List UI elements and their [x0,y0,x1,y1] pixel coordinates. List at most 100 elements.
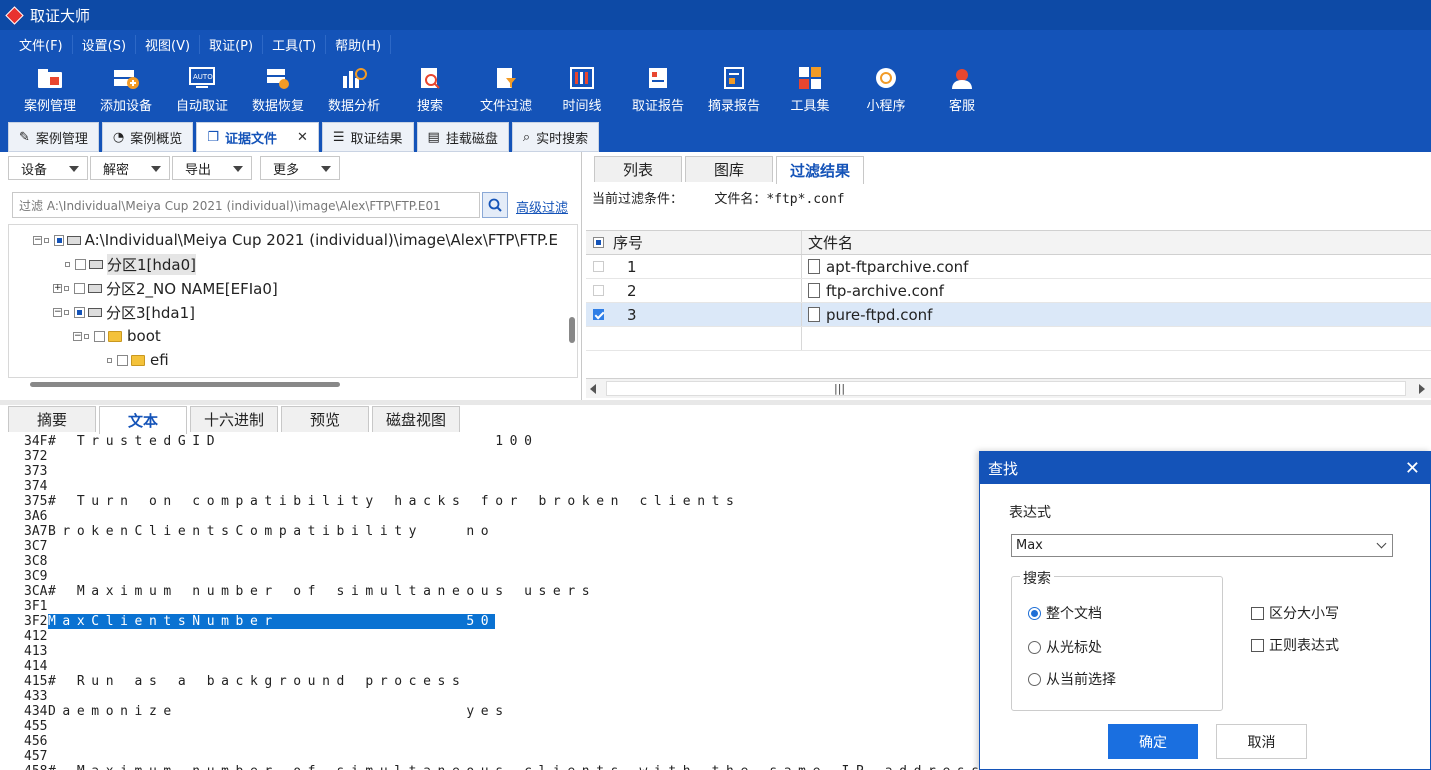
tree-filter-search-button[interactable] [482,192,508,218]
tab-summary[interactable]: 摘要 [8,406,96,432]
tab-gallery[interactable]: 图库 [685,156,773,182]
tree-horizontal-scrollbar[interactable] [30,382,340,387]
scroll-right-icon[interactable] [1419,384,1425,394]
menu-view[interactable]: 视图(V) [136,34,201,54]
tab-case-management[interactable]: ✎ 案例管理 [8,122,99,152]
toolbar-toolset-button[interactable]: 工具集 [772,58,848,120]
toolbar-auto-forensics-button[interactable]: AUTO 自动取证 [164,58,240,120]
tab-evidence-files[interactable]: ❐ 证据文件 ✕ [196,122,319,152]
tree-checkbox[interactable] [94,330,105,342]
scroll-thumb[interactable]: ||| [834,382,845,395]
collapse-icon[interactable]: − [73,331,82,341]
copy-icon: ❐ [207,129,219,145]
tree-checkbox[interactable] [75,258,86,270]
device-dropdown[interactable]: 设备 [8,156,88,180]
search-icon [488,198,502,212]
tab-list[interactable]: 列表 [594,156,682,182]
row-checkbox[interactable] [593,285,604,296]
toolbar-forensic-report-button[interactable]: 取证报告 [620,58,696,120]
tab-forensic-results[interactable]: ☰ 取证结果 [321,122,414,152]
row-checkbox[interactable] [593,261,604,272]
partition-icon [88,307,102,317]
table-horizontal-scrollbar[interactable]: ||| [586,378,1431,398]
table-row[interactable]: 3 pure-ftpd.conf [586,303,1431,327]
cancel-button[interactable]: 取消 [1216,724,1307,759]
collapse-icon[interactable]: − [33,235,42,245]
text-line: 3A6 [24,509,980,524]
toolbar-timeline-button[interactable]: 时间线 [544,58,620,120]
line-offset: 3A7 [24,524,48,539]
tree-node-boot[interactable]: − boot [73,325,161,347]
radio-from-cursor[interactable]: 从光标处 [1028,637,1102,657]
toolbar-search-button[interactable]: 搜索 [392,58,468,120]
select-all-checkbox[interactable] [593,237,604,248]
advanced-filter-link[interactable]: 高级过滤 [516,197,568,216]
scroll-left-icon[interactable] [590,384,596,394]
radio-from-selection[interactable]: 从当前选择 [1028,669,1116,689]
tree-filter-input[interactable]: 过滤 A:\Individual\Meiya Cup 2021 (individ… [12,192,480,218]
tree-node-partition1[interactable]: 分区1[hda0] [65,253,197,275]
find-dialog-title: 查找 ✕ [980,452,1430,484]
toolbar-data-analysis-button[interactable]: 数据分析 [316,58,392,120]
column-header-filename[interactable]: 文件名 [802,232,1431,253]
tab-realtime-search[interactable]: ⌕ 实时搜索 [511,122,600,152]
menu-forensics[interactable]: 取证(P) [200,34,264,54]
mini-program-icon [872,65,900,91]
line-text: Daemonize yes [48,704,510,719]
column-header-no[interactable]: 序号 [613,232,643,253]
toolbar-add-device-button[interactable]: 添加设备 [88,58,164,120]
svg-text:AUTO: AUTO [193,73,213,81]
close-tab-icon[interactable]: ✕ [297,130,308,145]
ok-button[interactable]: 确定 [1108,724,1198,759]
expand-icon[interactable]: + [53,283,62,293]
toolbar-mini-program-button[interactable]: 小程序 [848,58,924,120]
tree-node-efi[interactable]: efi [107,349,169,371]
tree-node-partition3[interactable]: − 分区3[hda1] [53,301,195,323]
toolbar-customer-service-button[interactable]: 客服 [924,58,1000,120]
more-dropdown[interactable]: 更多 [260,156,340,180]
tree-vertical-scrollbar[interactable] [569,317,575,343]
collapse-icon[interactable]: − [53,307,62,317]
menu-file[interactable]: 文件(F) [10,34,73,54]
text-line: 458# Maximum number of simultaneous clie… [24,764,980,770]
text-line: 373 [24,464,980,479]
export-dropdown[interactable]: 导出 [172,156,252,180]
tab-hex[interactable]: 十六进制 [190,406,278,432]
tree-checkbox[interactable] [74,306,85,318]
evidence-tree-pane: 设备 解密 导出 更多 过滤 A:\Individual\Meiya Cup 2… [0,152,582,400]
tab-preview[interactable]: 预览 [281,406,369,432]
text-viewer[interactable]: 34F# TrustedGID 100 372 373 374 375# Turn on… [24,434,980,770]
toolbar-data-recovery-button[interactable]: 数据恢复 [240,58,316,120]
table-row[interactable]: 2 ftp-archive.conf [586,279,1431,303]
tree-checkbox[interactable] [74,282,85,294]
tree-checkbox[interactable] [117,354,128,366]
search-scope-group: 搜索 整个文档 从光标处 从当前选择 [1011,568,1223,711]
expression-combobox[interactable]: Max [1011,534,1393,557]
tab-text[interactable]: 文本 [99,406,187,434]
menu-settings[interactable]: 设置(S) [73,34,137,54]
tree-checkbox[interactable] [53,234,65,246]
checkbox-regex[interactable]: 正则表达式 [1251,635,1339,655]
tree-node-image[interactable]: − A:\Individual\Meiya Cup 2021 (individua… [33,229,558,251]
toolbar-excerpt-report-button[interactable]: 摘录报告 [696,58,772,120]
add-device-icon [112,65,140,91]
radio-whole-document[interactable]: 整个文档 [1028,603,1102,623]
menu-tools[interactable]: 工具(T) [263,34,327,54]
pane-splitter[interactable] [0,400,1431,405]
tab-filter-results[interactable]: 过滤结果 [776,156,864,184]
chevron-down-icon[interactable] [1376,538,1387,549]
search-icon [416,65,444,91]
menu-help[interactable]: 帮助(H) [326,34,392,54]
row-checkbox[interactable] [593,309,604,320]
tab-disk-view[interactable]: 磁盘视图 [372,406,460,432]
tree-node-partition2[interactable]: + 分区2_NO NAME[EFIa0] [53,277,278,299]
table-row[interactable]: 1 apt-ftparchive.conf [586,255,1431,279]
close-icon[interactable]: ✕ [1405,458,1420,479]
tab-mount-disk[interactable]: ▤ 挂载磁盘 [416,122,509,152]
tab-case-overview[interactable]: ◔ 案例概览 [101,122,194,152]
toolbar-file-filter-button[interactable]: 文件过滤 [468,58,544,120]
decrypt-dropdown[interactable]: 解密 [90,156,170,180]
line-offset: 3C7 [24,539,48,554]
toolbar-case-management-button[interactable]: 案例管理 [12,58,88,120]
checkbox-case-sensitive[interactable]: 区分大小写 [1251,603,1339,623]
